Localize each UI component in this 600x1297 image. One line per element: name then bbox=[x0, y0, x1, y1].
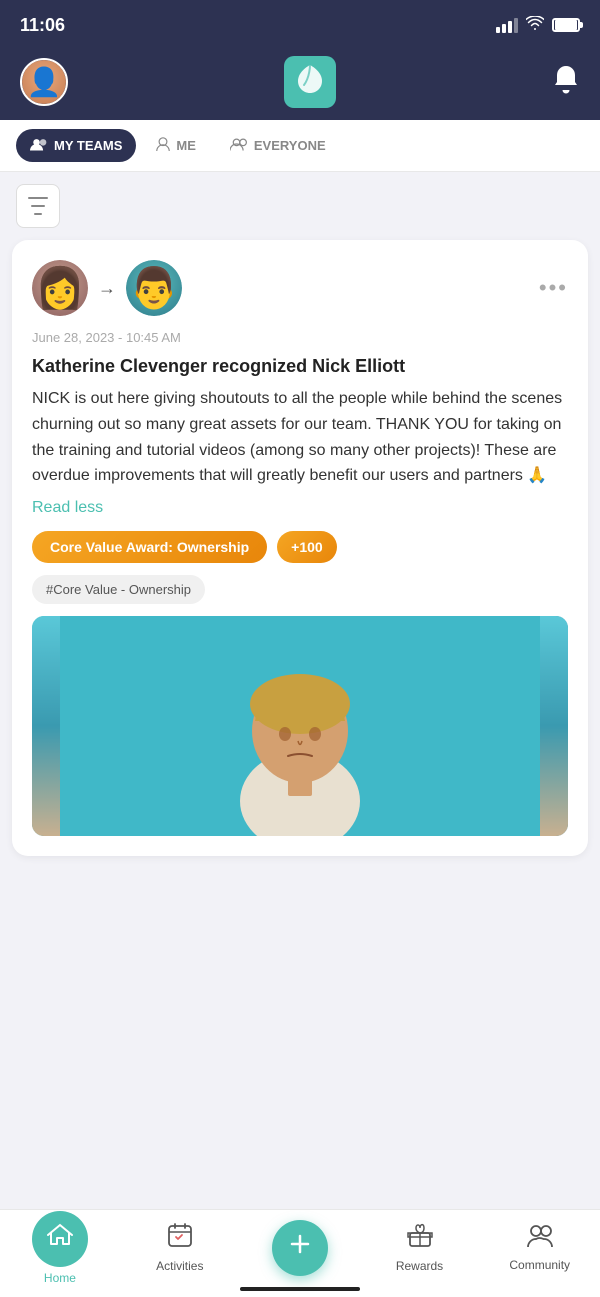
filter-button[interactable] bbox=[16, 184, 60, 228]
community-icon bbox=[526, 1223, 554, 1254]
sender-avatar[interactable] bbox=[32, 260, 88, 316]
nav-activities[interactable]: Activities bbox=[150, 1222, 210, 1273]
home-indicator bbox=[240, 1287, 360, 1291]
hashtag-pill[interactable]: #Core Value - Ownership bbox=[32, 575, 205, 604]
nav-home[interactable]: Home bbox=[30, 1211, 90, 1285]
recognition-arrow-icon: → bbox=[98, 278, 116, 299]
user-avatar[interactable] bbox=[20, 58, 68, 106]
battery-icon bbox=[552, 18, 580, 32]
nav-add[interactable] bbox=[270, 1220, 330, 1276]
tab-me-label: ME bbox=[176, 138, 196, 153]
post-avatars: → bbox=[32, 260, 182, 316]
bottom-nav: Home Activities bbox=[0, 1209, 600, 1297]
tab-bar: MY TEAMS ME EVERYONE bbox=[0, 120, 600, 172]
nav-community[interactable]: Community bbox=[509, 1223, 570, 1272]
hashtag-row: #Core Value - Ownership bbox=[32, 575, 568, 604]
status-bar: 11:06 bbox=[0, 0, 600, 50]
post-body: NICK is out here giving shoutouts to all… bbox=[32, 386, 568, 488]
tab-everyone[interactable]: EVERYONE bbox=[216, 129, 340, 162]
rewards-icon bbox=[407, 1222, 433, 1255]
add-icon bbox=[286, 1230, 314, 1266]
signal-icon bbox=[496, 17, 518, 33]
notification-bell-icon[interactable] bbox=[552, 64, 580, 101]
post-date: June 28, 2023 - 10:45 AM bbox=[32, 330, 568, 345]
nav-activities-label: Activities bbox=[156, 1259, 203, 1273]
badges-row: Core Value Award: Ownership +100 bbox=[32, 531, 568, 563]
status-icons bbox=[496, 16, 580, 35]
my-teams-icon bbox=[30, 137, 48, 154]
everyone-icon bbox=[230, 137, 248, 154]
nav-home-label: Home bbox=[44, 1271, 76, 1285]
app-logo[interactable] bbox=[284, 56, 336, 108]
receiver-avatar[interactable] bbox=[126, 260, 182, 316]
activities-icon bbox=[167, 1222, 193, 1255]
nav-rewards[interactable]: Rewards bbox=[390, 1222, 450, 1273]
read-less-button[interactable]: Read less bbox=[32, 499, 568, 517]
nav-community-label: Community bbox=[509, 1258, 570, 1272]
tab-my-teams-label: MY TEAMS bbox=[54, 138, 122, 153]
tab-my-teams[interactable]: MY TEAMS bbox=[16, 129, 136, 162]
top-nav bbox=[0, 50, 600, 120]
points-badge: +100 bbox=[277, 531, 337, 563]
award-badge[interactable]: Core Value Award: Ownership bbox=[32, 531, 267, 563]
status-time: 11:06 bbox=[20, 15, 65, 36]
post-header: → ••• bbox=[32, 260, 568, 316]
home-icon bbox=[47, 1223, 73, 1254]
me-icon bbox=[156, 137, 170, 154]
filter-area bbox=[0, 172, 600, 240]
tab-me[interactable]: ME bbox=[142, 129, 210, 162]
leaf-icon bbox=[296, 63, 324, 102]
tab-everyone-label: EVERYONE bbox=[254, 138, 326, 153]
nav-rewards-label: Rewards bbox=[396, 1259, 443, 1273]
post-gif-image[interactable] bbox=[32, 616, 568, 836]
post-card: → ••• June 28, 2023 - 10:45 AM Katherine… bbox=[12, 240, 588, 856]
wifi-icon bbox=[526, 16, 544, 35]
more-options-button[interactable]: ••• bbox=[539, 275, 568, 301]
post-title: Katherine Clevenger recognized Nick Elli… bbox=[32, 355, 568, 378]
